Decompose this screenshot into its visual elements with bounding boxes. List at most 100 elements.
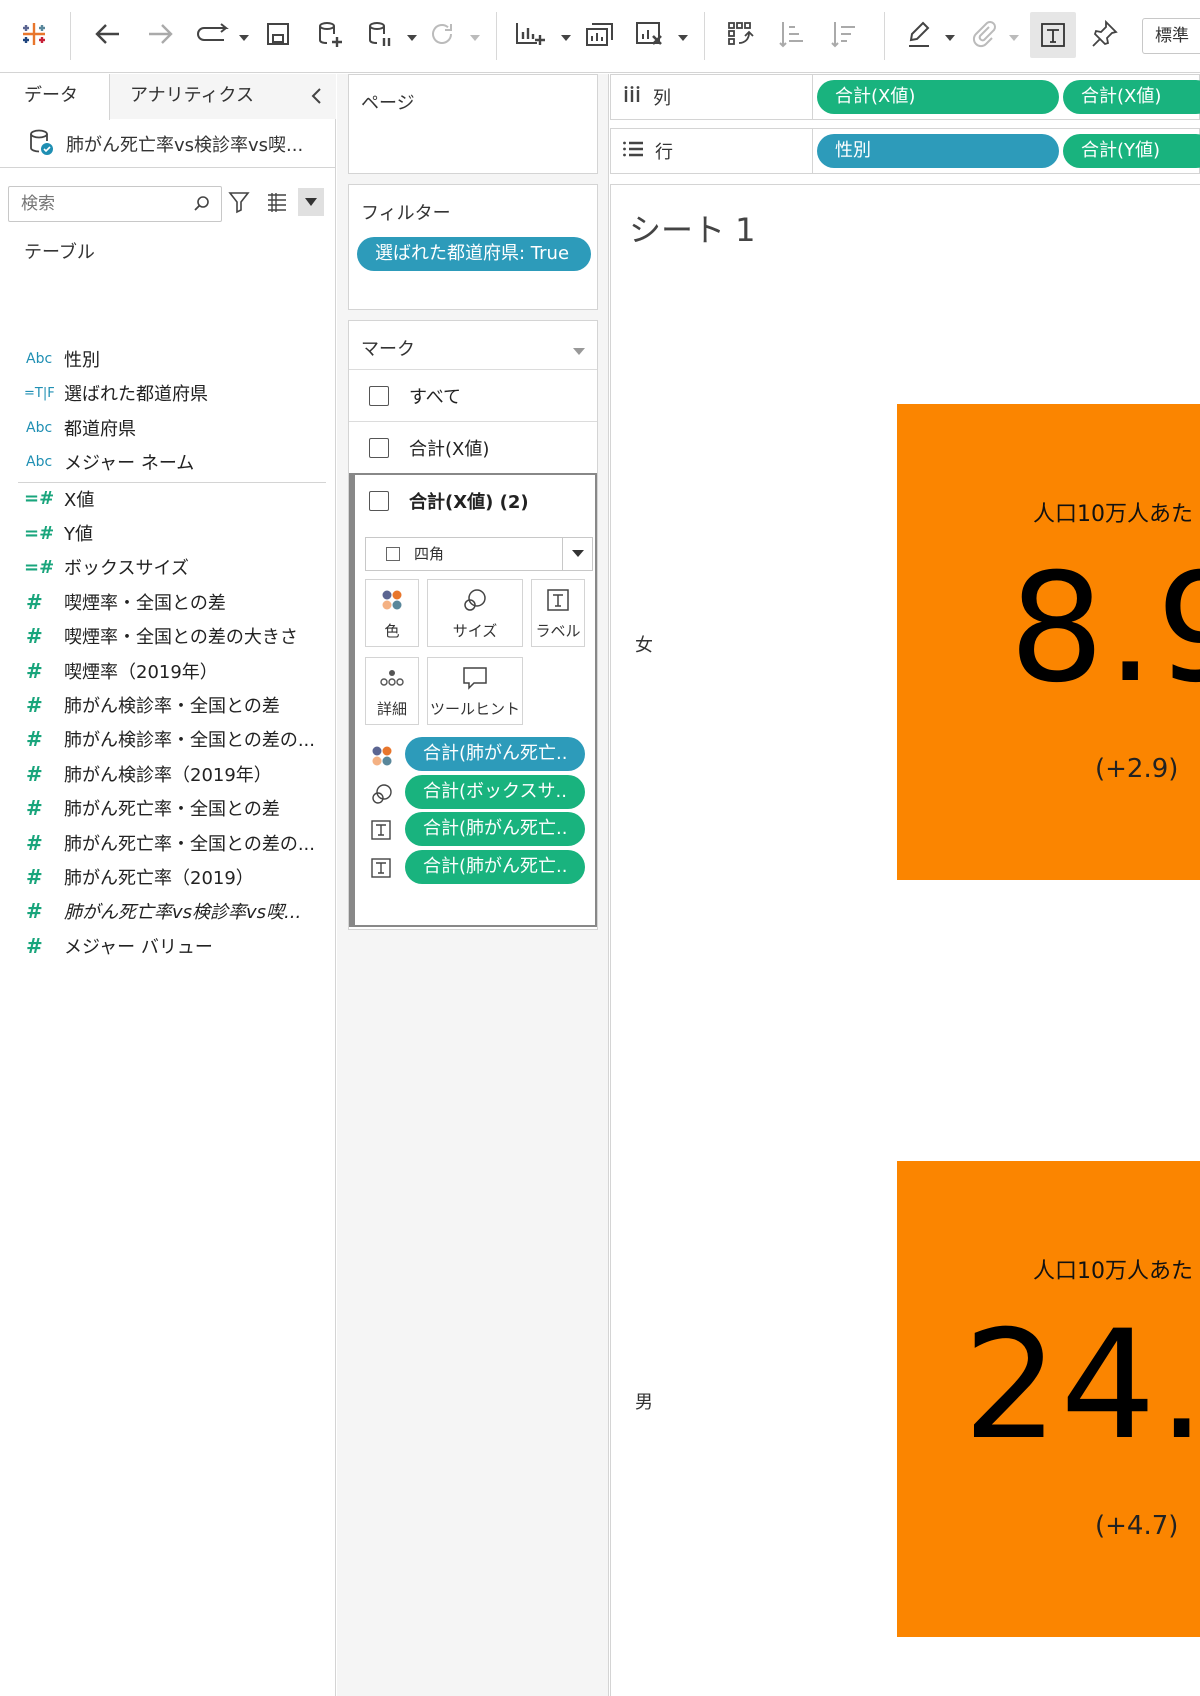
filter-icon[interactable] (228, 190, 250, 218)
swap-rows-columns-icon[interactable] (720, 14, 760, 54)
sort-ascending-icon[interactable] (772, 14, 812, 54)
columns-shelf[interactable]: 列 合計(X値) 合計(X値) (610, 74, 1200, 120)
field-item[interactable]: =# X値 (0, 482, 336, 516)
filters-card[interactable]: フィルター 選ばれた都道府県: True (348, 184, 598, 310)
field-item[interactable]: # 肺がん検診率・全国との差 (0, 688, 336, 722)
toolbar-separator (884, 12, 885, 60)
tableau-logo-icon[interactable] (14, 14, 54, 54)
rows-shelf[interactable]: 行 性別 合計(Y値) (610, 128, 1200, 174)
encoding-pill[interactable]: 合計(ボックスサ.. (405, 774, 585, 809)
field-item[interactable]: =T|F 選ばれた都道府県 (0, 376, 336, 410)
kpi-tile-female[interactable]: 人口10万人あた 8.9 (+2.9) (897, 404, 1200, 880)
save-icon[interactable] (258, 14, 298, 54)
field-name: 性別 (64, 350, 100, 371)
view-list-icon[interactable] (266, 192, 288, 216)
fit-dropdown[interactable]: 標準 (1142, 18, 1200, 54)
field-item[interactable]: Abc メジャー ネーム (0, 445, 336, 479)
field-item[interactable]: Abc 都道府県 (0, 411, 336, 445)
pin-icon[interactable] (1084, 14, 1124, 54)
field-item[interactable]: # 肺がん検診率・全国との差の... (0, 722, 336, 756)
replay-icon[interactable] (190, 14, 234, 54)
replay-dropdown-icon[interactable] (239, 34, 249, 42)
field-name: 喫煙率・全国との差 (64, 592, 226, 614)
marks-collapse-icon[interactable] (573, 341, 585, 360)
color-encoding-icon[interactable] (371, 745, 393, 771)
columns-pill-1[interactable]: 合計(X値) (817, 80, 1059, 114)
sheet-title[interactable]: シート 1 (629, 205, 756, 251)
sort-descending-icon[interactable] (824, 14, 864, 54)
field-name: 肺がん検診率・全国との差の... (64, 730, 315, 752)
marks-tab-x2[interactable]: 合計(X値) (2) (349, 475, 593, 527)
label-icon (547, 580, 569, 620)
field-item[interactable]: # 肺がん死亡率・全国との差 (0, 791, 336, 825)
pause-dropdown-icon[interactable] (407, 34, 417, 42)
field-name: 都道府県 (64, 418, 136, 440)
detail-button[interactable]: 詳細 (365, 657, 419, 725)
marks-tab-x[interactable]: 合計(X値) (349, 421, 597, 473)
pane-menu-dropdown-icon[interactable] (298, 188, 324, 216)
color-button[interactable]: 色 (365, 579, 419, 647)
new-worksheet-dropdown-icon[interactable] (561, 34, 571, 42)
clear-dropdown-icon[interactable] (678, 34, 688, 42)
search-input[interactable] (9, 187, 179, 221)
marks-tab-label: すべて (409, 386, 462, 408)
field-item[interactable]: =# ボックスサイズ (0, 550, 336, 584)
size-encoding-icon[interactable] (371, 783, 393, 809)
encoding-pill[interactable]: 合計(肺がん死亡.. (405, 737, 585, 771)
encoding-pill[interactable]: 合計(肺がん死亡.. (405, 812, 585, 846)
new-datasource-icon[interactable] (310, 14, 350, 54)
field-item[interactable]: # 肺がん死亡率vs検診率vs喫... (0, 894, 336, 928)
rows-pill-1[interactable]: 性別 (817, 134, 1059, 168)
kpi-tile-male[interactable]: 人口10万人あた 24. (+4.7) (897, 1161, 1200, 1637)
size-button[interactable]: サイズ (427, 579, 523, 647)
tab-data[interactable]: データ (0, 74, 110, 120)
duplicate-sheet-icon[interactable] (580, 14, 620, 54)
pause-auto-update-icon[interactable] (360, 14, 400, 54)
color-icon (381, 580, 403, 620)
encoding-pill[interactable]: 合計(肺がん死亡.. (405, 849, 585, 884)
row-header-female[interactable]: 女 (635, 631, 653, 657)
field-item[interactable]: # 喫煙率・全国との差の大きさ (0, 619, 336, 653)
highlight-icon[interactable] (900, 14, 940, 54)
collapse-pane-icon[interactable] (310, 86, 324, 110)
new-worksheet-icon[interactable] (510, 14, 550, 54)
clear-sheet-icon[interactable] (630, 14, 670, 54)
attach-dropdown-icon[interactable] (1009, 34, 1019, 42)
mark-type-select[interactable]: 四角 (365, 537, 593, 571)
undo-icon[interactable] (88, 14, 128, 54)
boolean-calc-field-icon: =T|F (24, 385, 55, 401)
refresh-dropdown-icon[interactable] (470, 34, 480, 42)
field-item[interactable]: # 喫煙率・全国との差 (0, 585, 336, 619)
pages-card[interactable]: ページ (348, 74, 598, 174)
field-item[interactable]: # 喫煙率（2019年） (0, 654, 336, 688)
text-encoding-icon[interactable] (371, 820, 391, 844)
columns-pill-2[interactable]: 合計(X値) (1063, 80, 1200, 114)
refresh-icon[interactable] (422, 14, 462, 54)
show-mark-labels-icon[interactable] (1030, 12, 1076, 58)
marks-card-title: マーク (361, 339, 415, 360)
tooltip-button[interactable]: ツールヒント (427, 657, 523, 725)
marks-tab-all[interactable]: すべて (349, 369, 597, 421)
field-name: メジャー ネーム (64, 453, 195, 475)
field-item[interactable]: Abc 性別 (0, 342, 336, 376)
field-name: 肺がん死亡率（2019） (64, 868, 254, 889)
highlight-dropdown-icon[interactable] (945, 34, 955, 42)
field-item[interactable]: # 肺がん死亡率・全国との差の... (0, 826, 336, 860)
rows-pill-2[interactable]: 合計(Y値) (1063, 134, 1200, 168)
viz-view[interactable]: シート 1 女 人口10万人あた 8.9 (+2.9) 男 人口10万人あた 2… (610, 184, 1200, 1696)
datasource-item[interactable]: 肺がん死亡率vs検診率vs喫... (0, 120, 336, 168)
attach-icon[interactable] (964, 14, 1004, 54)
text-encoding-icon[interactable] (371, 857, 391, 882)
redo-icon[interactable] (140, 14, 180, 54)
size-button-label: サイズ (452, 622, 498, 640)
search-box[interactable] (8, 186, 222, 222)
field-item[interactable]: # 肺がん検診率（2019年） (0, 757, 336, 791)
measure-icon: # (26, 830, 43, 855)
field-item[interactable]: # 肺がん死亡率（2019） (0, 860, 336, 894)
filter-pill[interactable]: 選ばれた都道府県: True (357, 237, 591, 271)
label-button[interactable]: ラベル (531, 579, 585, 647)
field-item[interactable]: # メジャー バリュー (0, 929, 336, 963)
row-header-male[interactable]: 男 (635, 1388, 653, 1414)
tab-analytics[interactable]: アナリティクス (110, 74, 336, 119)
field-item[interactable]: =# Y値 (0, 516, 336, 550)
